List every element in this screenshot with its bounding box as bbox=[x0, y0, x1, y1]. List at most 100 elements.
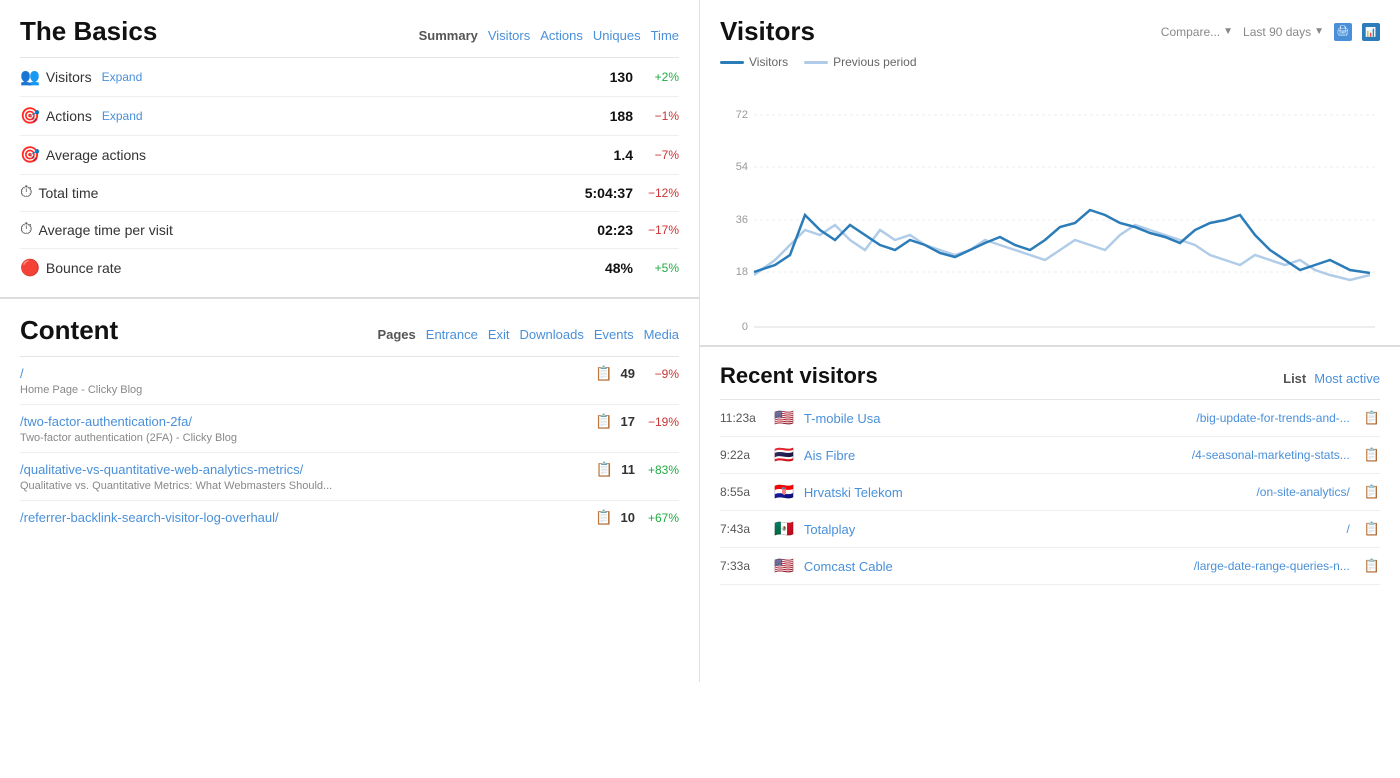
metric-row-total-time: ⏱ Total time 5:04:37 −12% bbox=[20, 175, 679, 212]
visitor-row-4: 7:43a 🇲🇽 Totalplay / 📋 bbox=[720, 511, 1380, 548]
print-icon[interactable]: 🖨 bbox=[1334, 23, 1352, 41]
visitor-flag-1: 🇺🇸 bbox=[774, 408, 794, 428]
metric-row-avg-time: ⏱ Average time per visit 02:23 −17% bbox=[20, 212, 679, 249]
visitor-page-2[interactable]: /4-seasonal-marketing-stats... bbox=[974, 448, 1350, 462]
visitors-header: Visitors Compare... ▼ Last 90 days ▼ 🖨 📊 bbox=[720, 16, 1380, 47]
content-header: Content Pages Entrance Exit Downloads Ev… bbox=[20, 315, 679, 346]
basics-tab-time[interactable]: Time bbox=[651, 28, 679, 43]
visitor-isp-3[interactable]: Hrvatski Telekom bbox=[804, 485, 964, 500]
page-container: The Basics Summary Visitors Actions Uniq… bbox=[0, 0, 1400, 778]
legend-line-previous bbox=[804, 61, 828, 64]
total-time-change: −12% bbox=[643, 186, 679, 200]
metric-left-total-time: ⏱ Total time bbox=[20, 184, 98, 202]
visitor-isp-1[interactable]: T-mobile Usa bbox=[804, 411, 964, 426]
legend-line-visitors bbox=[720, 61, 744, 64]
basics-tab-visitors[interactable]: Visitors bbox=[488, 28, 530, 43]
metric-left-actions: 🎯 Actions Expand bbox=[20, 106, 143, 126]
content-link-1[interactable]: / bbox=[20, 366, 24, 381]
avg-actions-icon: 🎯 bbox=[20, 145, 40, 165]
recent-tabs: List Most active bbox=[1283, 371, 1380, 386]
content-change-4: +67% bbox=[643, 511, 679, 525]
visitor-clip-3: 📋 bbox=[1364, 484, 1380, 500]
content-subtitle-2: Two-factor authentication (2FA) - Clicky… bbox=[20, 432, 679, 444]
content-link-3[interactable]: /qualitative-vs-quantitative-web-analyti… bbox=[20, 462, 303, 477]
content-clip-icon-2: 📋 bbox=[595, 413, 612, 430]
actions-value: 188 bbox=[610, 108, 633, 124]
left-column: The Basics Summary Visitors Actions Uniq… bbox=[0, 0, 700, 682]
avg-time-value: 02:23 bbox=[597, 222, 633, 238]
content-right-2: 📋 17 −19% bbox=[595, 413, 679, 430]
svg-text:18: 18 bbox=[736, 266, 748, 278]
visitor-flag-3: 🇭🇷 bbox=[774, 482, 794, 502]
svg-text:54: 54 bbox=[736, 161, 748, 173]
visitor-time-1: 11:23a bbox=[720, 411, 764, 425]
compare-dropdown[interactable]: Compare... ▼ bbox=[1161, 25, 1233, 39]
right-column: Visitors Compare... ▼ Last 90 days ▼ 🖨 📊 bbox=[700, 0, 1400, 682]
visitor-clip-2: 📋 bbox=[1364, 447, 1380, 463]
content-row-1: / 📋 49 −9% bbox=[20, 365, 679, 382]
content-row-2: /two-factor-authentication-2fa/ 📋 17 −19… bbox=[20, 413, 679, 430]
content-tab-events[interactable]: Events bbox=[594, 327, 634, 342]
actions-expand[interactable]: Expand bbox=[102, 109, 143, 123]
metric-right-total-time: 5:04:37 −12% bbox=[585, 185, 679, 201]
content-count-1: 49 bbox=[621, 366, 635, 381]
visitors-change: +2% bbox=[643, 70, 679, 84]
legend-visitors: Visitors bbox=[720, 55, 788, 69]
visitor-row-1: 11:23a 🇺🇸 T-mobile Usa /big-update-for-t… bbox=[720, 400, 1380, 437]
visitor-clip-4: 📋 bbox=[1364, 521, 1380, 537]
visitor-time-3: 8:55a bbox=[720, 485, 764, 499]
content-item-2: /two-factor-authentication-2fa/ 📋 17 −19… bbox=[20, 405, 679, 453]
content-subtitle-3: Qualitative vs. Quantitative Metrics: Wh… bbox=[20, 480, 679, 492]
metric-row-actions: 🎯 Actions Expand 188 −1% bbox=[20, 97, 679, 136]
basics-panel: The Basics Summary Visitors Actions Uniq… bbox=[0, 0, 699, 299]
avg-actions-value: 1.4 bbox=[614, 147, 633, 163]
period-dropdown[interactable]: Last 90 days ▼ bbox=[1243, 25, 1324, 39]
content-right-4: 📋 10 +67% bbox=[595, 509, 679, 526]
metric-left-bounce: 🔴 Bounce rate bbox=[20, 258, 121, 278]
visitor-flag-4: 🇲🇽 bbox=[774, 519, 794, 539]
visitor-row-2: 9:22a 🇹🇭 Ais Fibre /4-seasonal-marketing… bbox=[720, 437, 1380, 474]
visitor-flag-2: 🇹🇭 bbox=[774, 445, 794, 465]
avg-actions-change: −7% bbox=[643, 148, 679, 162]
period-arrow: ▼ bbox=[1314, 26, 1324, 37]
content-tab-media[interactable]: Media bbox=[644, 327, 679, 342]
basics-tab-actions[interactable]: Actions bbox=[540, 28, 583, 43]
content-tab-nav: Pages Entrance Exit Downloads Events Med… bbox=[377, 327, 679, 342]
content-tab-entrance[interactable]: Entrance bbox=[426, 327, 478, 342]
total-time-label: Total time bbox=[38, 185, 98, 201]
content-change-1: −9% bbox=[643, 367, 679, 381]
content-tab-downloads[interactable]: Downloads bbox=[520, 327, 584, 342]
bounce-change: +5% bbox=[643, 261, 679, 275]
bounce-value: 48% bbox=[605, 260, 633, 276]
visitor-row-5: 7:33a 🇺🇸 Comcast Cable /large-date-range… bbox=[720, 548, 1380, 585]
metric-right-avg-actions: 1.4 −7% bbox=[614, 147, 679, 163]
content-clip-icon-1: 📋 bbox=[595, 365, 612, 382]
visitor-page-3[interactable]: /on-site-analytics/ bbox=[974, 485, 1350, 499]
basics-tab-uniques[interactable]: Uniques bbox=[593, 28, 641, 43]
visitor-flag-5: 🇺🇸 bbox=[774, 556, 794, 576]
visitors-expand[interactable]: Expand bbox=[102, 70, 143, 84]
visitor-isp-2[interactable]: Ais Fibre bbox=[804, 448, 964, 463]
avg-time-change: −17% bbox=[643, 223, 679, 237]
content-link-4[interactable]: /referrer-backlink-search-visitor-log-ov… bbox=[20, 510, 279, 525]
content-count-2: 17 bbox=[621, 414, 635, 429]
bar-chart-icon[interactable]: 📊 bbox=[1362, 23, 1380, 41]
visitor-page-1[interactable]: /big-update-for-trends-and-... bbox=[974, 411, 1350, 425]
recent-header: Recent visitors List Most active bbox=[720, 363, 1380, 389]
total-time-value: 5:04:37 bbox=[585, 185, 633, 201]
avg-actions-label: Average actions bbox=[46, 147, 146, 163]
metric-right-actions: 188 −1% bbox=[610, 108, 679, 124]
content-title: Content bbox=[20, 315, 118, 346]
visitor-page-5[interactable]: /large-date-range-queries-n... bbox=[974, 559, 1350, 573]
compare-label: Compare... bbox=[1161, 25, 1220, 39]
visitor-isp-4[interactable]: Totalplay bbox=[804, 522, 964, 537]
visitor-page-4[interactable]: / bbox=[974, 522, 1350, 536]
visitor-isp-5[interactable]: Comcast Cable bbox=[804, 559, 964, 574]
actions-label: Actions bbox=[46, 108, 92, 124]
content-tab-exit[interactable]: Exit bbox=[488, 327, 510, 342]
legend-previous: Previous period bbox=[804, 55, 916, 69]
content-right-1: 📋 49 −9% bbox=[595, 365, 679, 382]
content-link-2[interactable]: /two-factor-authentication-2fa/ bbox=[20, 414, 192, 429]
recent-tab-most-active[interactable]: Most active bbox=[1314, 371, 1380, 386]
svg-text:72: 72 bbox=[736, 109, 748, 121]
